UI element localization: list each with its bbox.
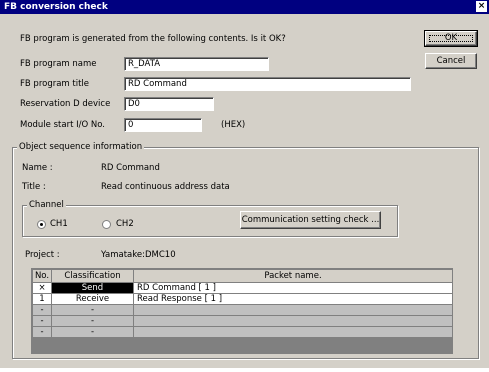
reservation-device-field[interactable]: D0 <box>124 97 214 111</box>
row-packet[interactable] <box>133 326 453 338</box>
ch2-radio[interactable] <box>102 220 111 229</box>
col-packet-header[interactable]: Packet name. <box>133 269 453 283</box>
table-row[interactable]: 1 Receive Read Response [ 1 ] <box>32 293 453 305</box>
title-bar: FB conversion check × <box>0 0 489 14</box>
radio-dot <box>40 223 43 226</box>
project-label: Project : <box>25 250 60 260</box>
cancel-button[interactable]: Cancel <box>425 53 477 69</box>
prompt-text: FB program is generated from the followi… <box>20 34 286 44</box>
communication-setting-label: Communication setting check ... <box>241 215 380 225</box>
ch2-label: CH2 <box>116 219 134 229</box>
row-packet[interactable]: Read Response [ 1 ] <box>133 293 453 305</box>
row-packet[interactable] <box>133 315 453 327</box>
table-row[interactable]: - - <box>32 326 453 338</box>
close-icon[interactable]: × <box>476 1 487 12</box>
program-name-field[interactable]: R_DATA <box>124 57 269 71</box>
reservation-device-label: Reservation D device <box>20 99 111 109</box>
row-no: - <box>32 326 52 338</box>
dialog-title: FB conversion check <box>4 2 108 12</box>
program-name-label: FB program name <box>20 59 97 69</box>
row-no: × <box>32 282 52 294</box>
module-start-label: Module start I/O No. <box>20 120 105 130</box>
fb-conversion-check-dialog: FB conversion check × FB program is gene… <box>0 0 489 368</box>
col-no-header[interactable]: No. <box>32 269 52 283</box>
cancel-label: Cancel <box>436 56 466 66</box>
col-classification-header[interactable]: Classification <box>51 269 134 283</box>
hex-suffix: (HEX) <box>221 120 246 130</box>
row-classification[interactable]: Send <box>51 282 134 294</box>
table-row[interactable]: - - <box>32 304 453 316</box>
program-title-label: FB program title <box>20 79 90 89</box>
program-title-field[interactable]: RD Command <box>124 77 411 91</box>
communication-setting-check-button[interactable]: Communication setting check ... <box>240 211 381 229</box>
row-classification[interactable]: - <box>51 315 134 327</box>
row-packet[interactable] <box>133 304 453 316</box>
name-label: Name : <box>22 163 53 173</box>
row-classification[interactable]: - <box>51 326 134 338</box>
row-no: 1 <box>32 293 52 305</box>
channel-label: Channel <box>27 200 66 211</box>
row-packet[interactable]: RD Command [ 1 ] <box>133 282 453 294</box>
name-value: RD Command <box>101 163 160 173</box>
row-no: - <box>32 315 52 327</box>
ch1-radio[interactable] <box>37 220 46 229</box>
row-classification[interactable]: Receive <box>51 293 134 305</box>
row-classification[interactable]: - <box>51 304 134 316</box>
title-label: Title : <box>22 182 46 192</box>
object-sequence-label: Object sequence information <box>17 142 145 153</box>
project-value: Yamatake:DMC10 <box>101 250 176 260</box>
table-row[interactable]: - - <box>32 315 453 327</box>
row-no: - <box>32 304 52 316</box>
focus-rect <box>429 35 473 42</box>
ch1-label: CH1 <box>50 219 68 229</box>
title-value: Read continuous address data <box>101 182 230 192</box>
table-row[interactable]: × Send RD Command [ 1 ] <box>32 282 453 294</box>
ok-button[interactable]: OK <box>424 30 478 47</box>
module-start-field[interactable]: 0 <box>124 118 202 132</box>
packet-table: No. Classification Packet name. × Send R… <box>31 268 453 354</box>
